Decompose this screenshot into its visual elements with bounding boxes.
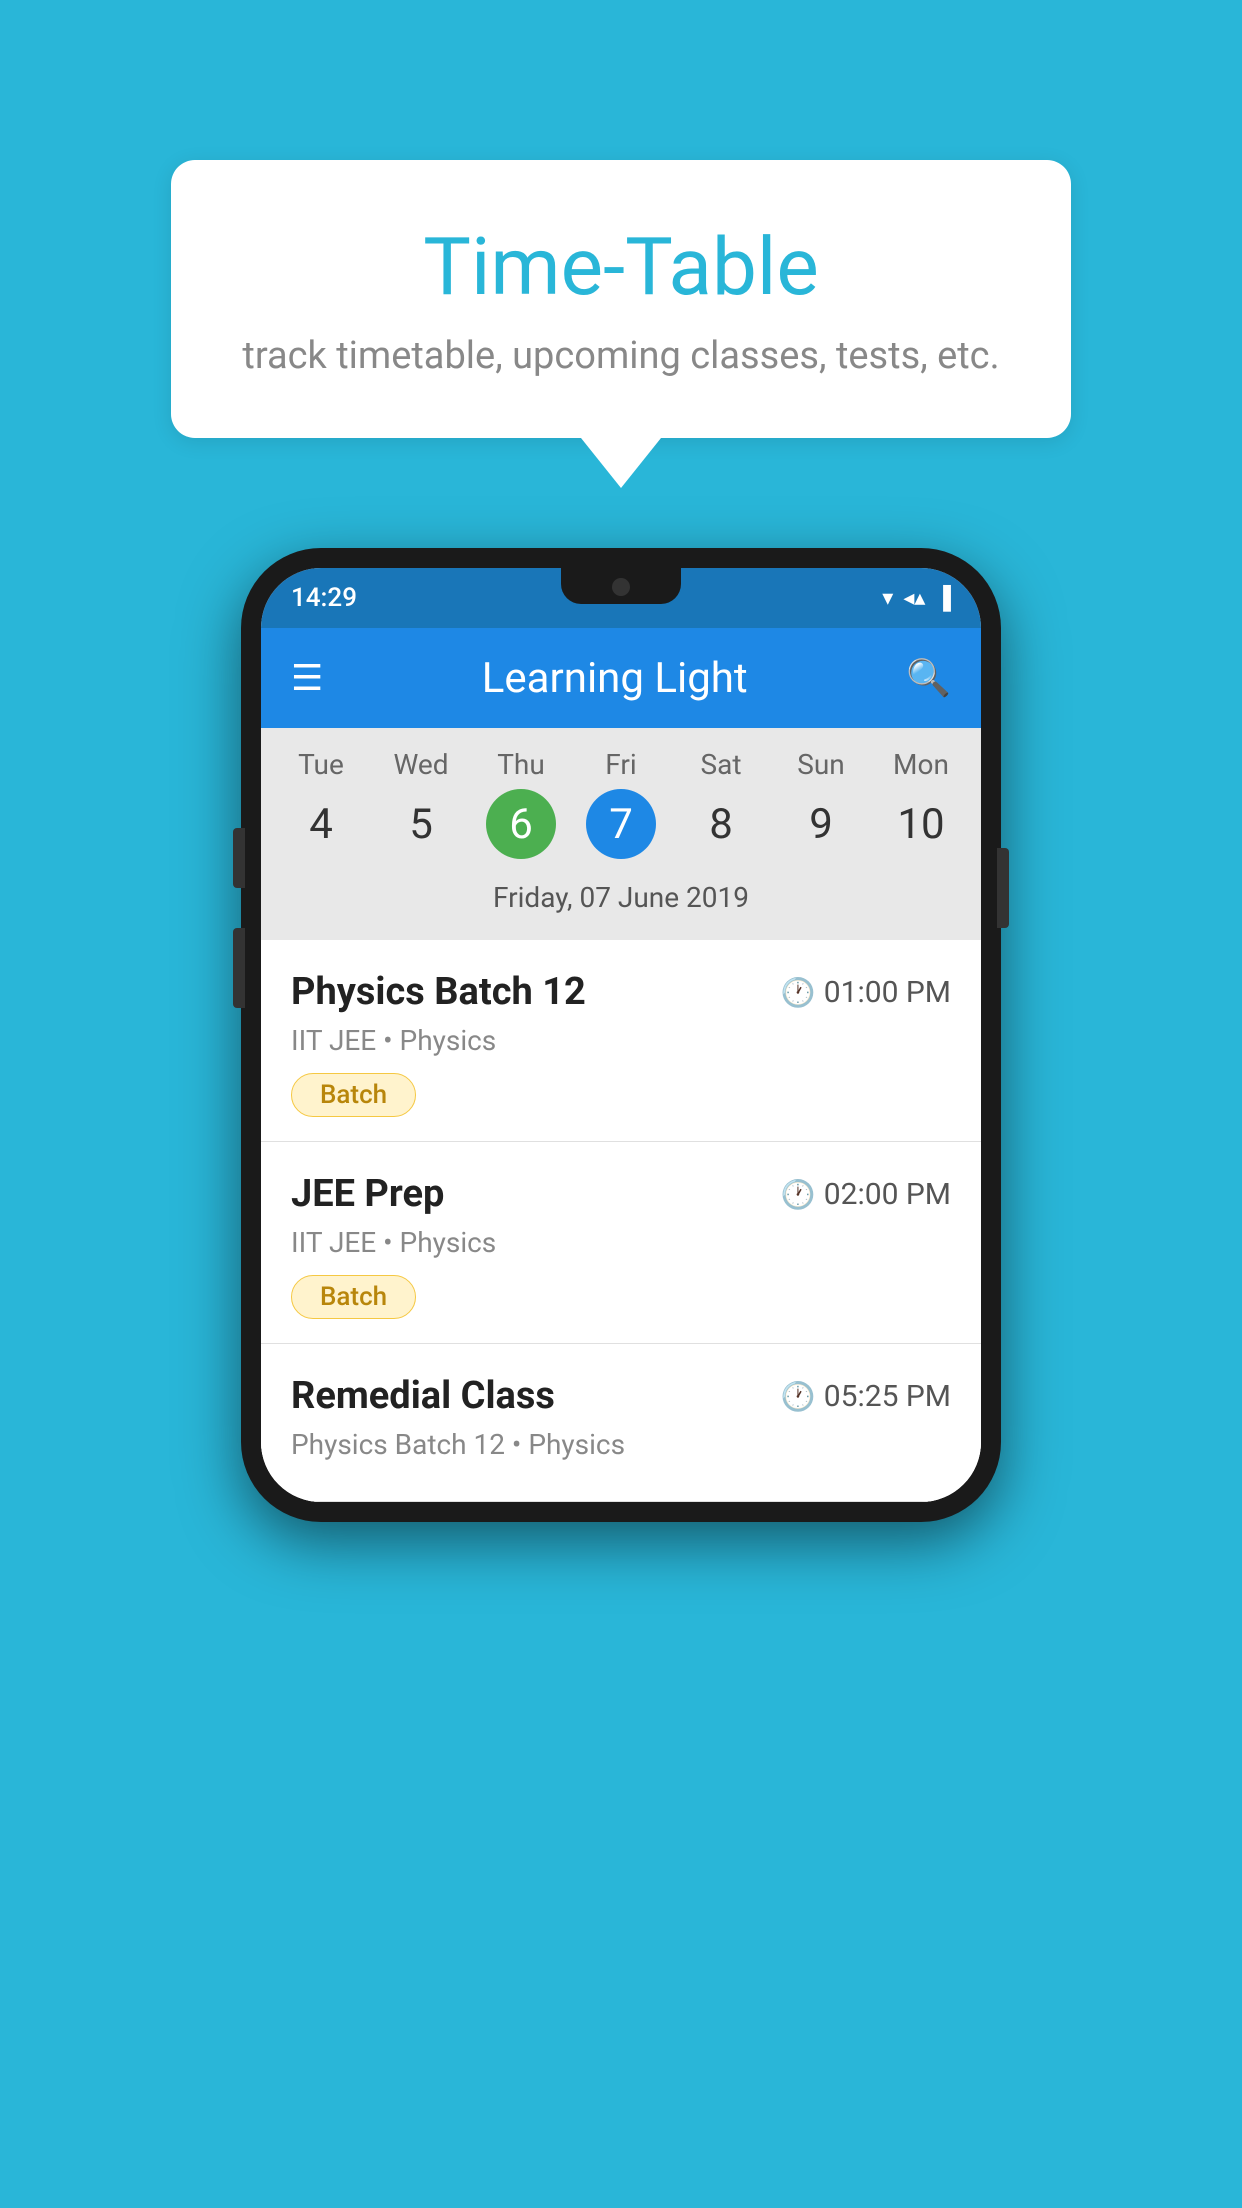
schedule-item-1[interactable]: Physics Batch 12 🕐 01:00 PM IIT JEE • Ph… [261,940,981,1142]
calendar-days-row: Tue 4 Wed 5 Thu 6 Fri [271,748,971,859]
schedule-item-1-time: 🕐 01:00 PM [781,975,951,1010]
day-number-thu: 6 [486,789,556,859]
schedule-list: Physics Batch 12 🕐 01:00 PM IIT JEE • Ph… [261,940,981,1502]
day-number-sat: 8 [686,789,756,859]
day-number-sun: 9 [786,789,856,859]
speech-bubble-arrow [581,438,661,488]
calendar-day-tue[interactable]: Tue 4 [276,748,366,859]
day-name-fri: Fri [576,748,666,781]
status-time: 14:29 [291,583,357,613]
battery-icon: ▐ [935,585,951,611]
schedule-item-3-header: Remedial Class 🕐 05:25 PM [291,1374,951,1418]
phone-frame: 14:29 ▾ ◂▴ ▐ ☰ Learning Light 🔍 Tue [241,548,1001,1522]
day-number-mon: 10 [886,789,956,859]
schedule-item-2-time: 🕐 02:00 PM [781,1177,951,1212]
day-name-sun: Sun [776,748,866,781]
app-bar: ☰ Learning Light 🔍 [261,628,981,728]
schedule-item-3-subtitle: Physics Batch 12 • Physics [291,1428,951,1461]
day-number-wed: 5 [386,789,456,859]
phone-notch [561,568,681,604]
app-title: Learning Light [482,654,748,703]
schedule-item-2[interactable]: JEE Prep 🕐 02:00 PM IIT JEE • Physics Ba… [261,1142,981,1344]
day-number-tue: 4 [286,789,356,859]
calendar-strip: Tue 4 Wed 5 Thu 6 Fri [261,728,981,940]
speech-bubble: Time-Table track timetable, upcoming cla… [171,160,1071,438]
schedule-item-2-header: JEE Prep 🕐 02:00 PM [291,1172,951,1216]
schedule-item-1-title: Physics Batch 12 [291,970,586,1014]
schedule-item-3[interactable]: Remedial Class 🕐 05:25 PM Physics Batch … [261,1344,981,1502]
calendar-day-mon[interactable]: Mon 10 [876,748,966,859]
schedule-item-1-time-label: 01:00 PM [824,975,951,1010]
speech-bubble-container: Time-Table track timetable, upcoming cla… [171,160,1071,488]
schedule-item-2-time-label: 02:00 PM [824,1177,951,1212]
wifi-icon: ▾ [882,586,893,611]
schedule-item-1-header: Physics Batch 12 🕐 01:00 PM [291,970,951,1014]
menu-icon[interactable]: ☰ [291,660,323,696]
day-name-thu: Thu [476,748,566,781]
schedule-item-2-title: JEE Prep [291,1172,444,1216]
clock-icon-1: 🕐 [781,976,816,1009]
search-icon[interactable]: 🔍 [906,657,951,699]
schedule-item-2-subtitle: IIT JEE • Physics [291,1226,951,1259]
schedule-item-3-time: 🕐 05:25 PM [781,1379,951,1414]
volume-up-button [233,828,245,888]
phone-screen: 14:29 ▾ ◂▴ ▐ ☰ Learning Light 🔍 Tue [261,568,981,1502]
power-button [997,848,1009,928]
calendar-day-wed[interactable]: Wed 5 [376,748,466,859]
calendar-day-sat[interactable]: Sat 8 [676,748,766,859]
day-name-wed: Wed [376,748,466,781]
schedule-item-2-badge: Batch [291,1275,416,1319]
volume-down-button [233,928,245,1008]
schedule-item-3-time-label: 05:25 PM [824,1379,951,1414]
selected-date-label: Friday, 07 June 2019 [271,869,971,930]
signal-icon: ◂▴ [903,586,925,611]
status-icons: ▾ ◂▴ ▐ [882,585,951,611]
page-title: Time-Table [231,220,1011,314]
day-name-mon: Mon [876,748,966,781]
phone-mockup: 14:29 ▾ ◂▴ ▐ ☰ Learning Light 🔍 Tue [241,548,1001,1522]
day-number-fri: 7 [586,789,656,859]
schedule-item-1-badge: Batch [291,1073,416,1117]
day-name-tue: Tue [276,748,366,781]
page-subtitle: track timetable, upcoming classes, tests… [231,334,1011,378]
clock-icon-3: 🕐 [781,1380,816,1413]
calendar-day-thu[interactable]: Thu 6 [476,748,566,859]
schedule-item-1-subtitle: IIT JEE • Physics [291,1024,951,1057]
front-camera [612,578,630,596]
schedule-item-3-title: Remedial Class [291,1374,555,1418]
clock-icon-2: 🕐 [781,1178,816,1211]
calendar-day-fri[interactable]: Fri 7 [576,748,666,859]
day-name-sat: Sat [676,748,766,781]
calendar-day-sun[interactable]: Sun 9 [776,748,866,859]
